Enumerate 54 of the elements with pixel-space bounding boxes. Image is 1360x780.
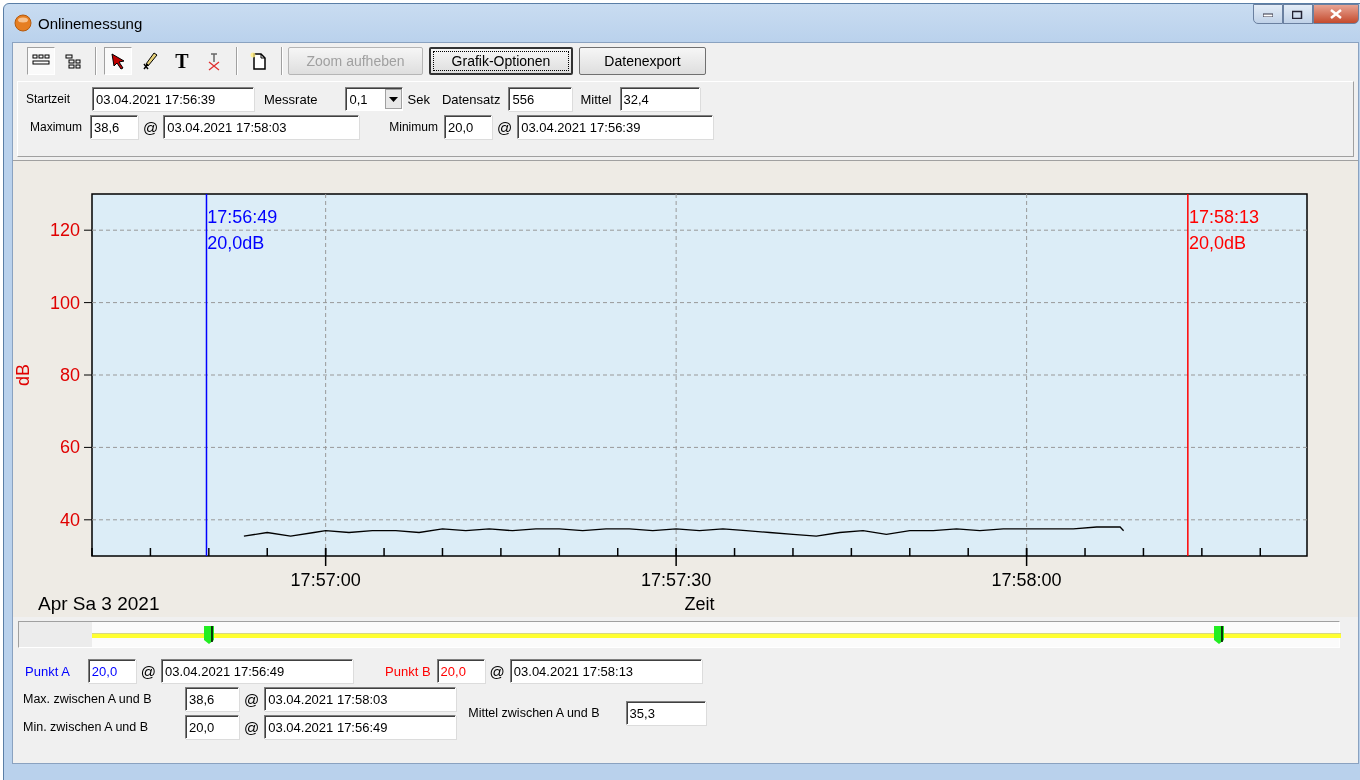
y-tick-label: 80 bbox=[59, 365, 80, 385]
x-axis-title: Zeit bbox=[684, 594, 715, 614]
field-label: Min. zwischen A und B bbox=[23, 720, 150, 734]
rate-dropdown[interactable]: 0,1 bbox=[345, 87, 404, 111]
value-field[interactable]: 20,0 bbox=[185, 715, 239, 739]
value-field[interactable]: 03.04.2021 17:56:49 bbox=[264, 715, 457, 739]
value-field[interactable]: 20,0 bbox=[436, 659, 485, 683]
value-field[interactable]: 03.04.2021 17:58:03 bbox=[163, 115, 360, 139]
at-sign: @ bbox=[243, 690, 261, 708]
y-tick-label: 100 bbox=[49, 292, 80, 313]
toolbar-button[interactable]: Grafik-Optionen bbox=[429, 47, 573, 75]
y-tick-label: 60 bbox=[59, 437, 80, 458]
cursor-time: 17:56:49 bbox=[207, 207, 278, 227]
field-label: Startzeit bbox=[26, 92, 70, 106]
y-tick-label: 40 bbox=[59, 509, 80, 530]
cursor-time: 17:58:13 bbox=[1188, 207, 1259, 227]
value-field[interactable]: 556 bbox=[508, 87, 573, 111]
value-field[interactable]: 20,0 bbox=[443, 115, 492, 139]
cursor-reading: 20,0dB bbox=[207, 233, 265, 253]
point-label: Punkt B bbox=[385, 663, 431, 679]
toolbar-button[interactable]: Datenexport bbox=[579, 47, 706, 75]
field-label: Mittel zwischen A und B bbox=[468, 706, 600, 720]
value-field[interactable]: 35,3 bbox=[625, 701, 706, 725]
field-label: Maximum bbox=[30, 120, 82, 134]
x-tick-label: 17:57:00 bbox=[290, 570, 361, 590]
y-axis-title: dB bbox=[13, 364, 33, 386]
value-field[interactable]: 03.04.2021 17:58:13 bbox=[509, 659, 702, 683]
value-field[interactable]: 20,0 bbox=[87, 659, 136, 683]
field-label: Max. zwischen A und B bbox=[23, 692, 153, 706]
field-label: Messrate bbox=[264, 91, 318, 107]
at-sign: @ bbox=[139, 662, 158, 680]
at-sign: @ bbox=[243, 718, 261, 736]
value-field[interactable]: 03.04.2021 17:56:49 bbox=[161, 659, 354, 683]
cursor-reading: 20,0dB bbox=[1188, 233, 1246, 253]
value-field[interactable]: 03.04.2021 17:58:03 bbox=[264, 687, 457, 711]
value-field[interactable]: 38,6 bbox=[90, 115, 138, 139]
value-field[interactable]: 38,6 bbox=[185, 687, 239, 711]
field-label: Datensatz bbox=[441, 91, 501, 107]
field-label: Mittel bbox=[580, 91, 612, 107]
value-field[interactable]: 32,4 bbox=[619, 87, 700, 111]
at-sign: @ bbox=[495, 118, 514, 136]
x-tick-label: 17:57:30 bbox=[641, 570, 712, 590]
at-sign: @ bbox=[488, 662, 506, 680]
point-label: Punkt A bbox=[25, 663, 70, 679]
text-tool-button[interactable]: T bbox=[168, 47, 196, 75]
window-title: Onlinemessung bbox=[38, 14, 143, 32]
value-field[interactable]: 03.04.2021 17:56:39 bbox=[517, 115, 714, 139]
field-label: Sek bbox=[407, 91, 430, 107]
date-label: Apr Sa 3 2021 bbox=[38, 593, 160, 614]
value-field[interactable]: 03.04.2021 17:56:39 bbox=[92, 87, 254, 111]
field-label: Minimum bbox=[389, 120, 438, 134]
x-tick-label: 17:58:00 bbox=[991, 570, 1062, 590]
y-tick-label: 120 bbox=[49, 220, 80, 241]
at-sign: @ bbox=[142, 118, 160, 136]
